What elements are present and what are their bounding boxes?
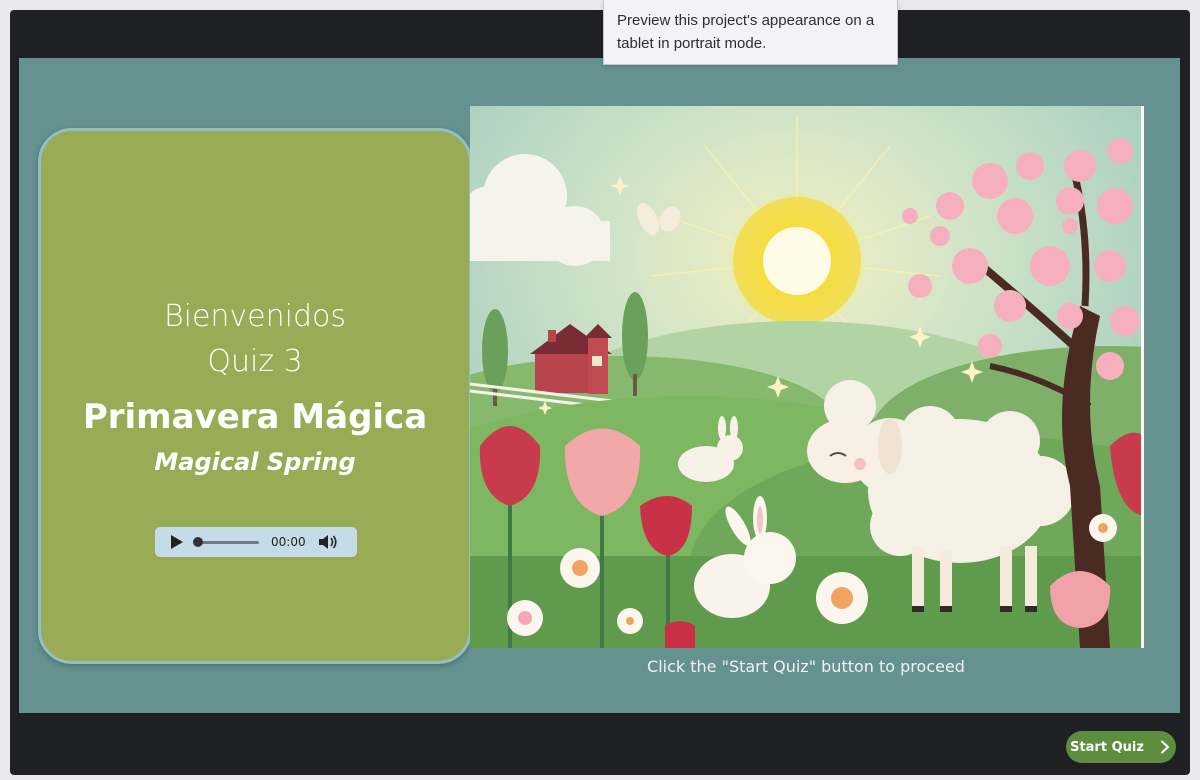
audio-time: 00:00 [271,535,306,549]
play-icon[interactable] [171,535,183,549]
tablet-preview-tooltip: Preview this project's appearance on a t… [603,0,898,65]
start-quiz-label: Start Quiz [1070,739,1144,755]
volume-icon[interactable] [318,534,338,550]
spring-meadow-illustration [470,106,1144,648]
audio-seek-slider[interactable] [193,536,259,547]
welcome-text: Bienvenidos [163,299,347,334]
quiz-subtitle: Magical Spring [154,448,356,476]
scene-image-edge [1141,106,1144,648]
audio-player: 00:00 [155,527,357,557]
chevron-right-icon [1160,740,1169,754]
quiz-label: Quiz 3 [207,344,303,379]
seek-handle[interactable] [193,536,203,547]
quiz-title: Primavera Mágica [82,397,428,437]
instruction-text: Click the "Start Quiz" button to proceed [647,657,965,676]
title-card: Bienvenidos Quiz 3 Primavera Mágica Magi… [38,128,472,664]
start-quiz-button[interactable]: Start Quiz [1066,731,1176,763]
